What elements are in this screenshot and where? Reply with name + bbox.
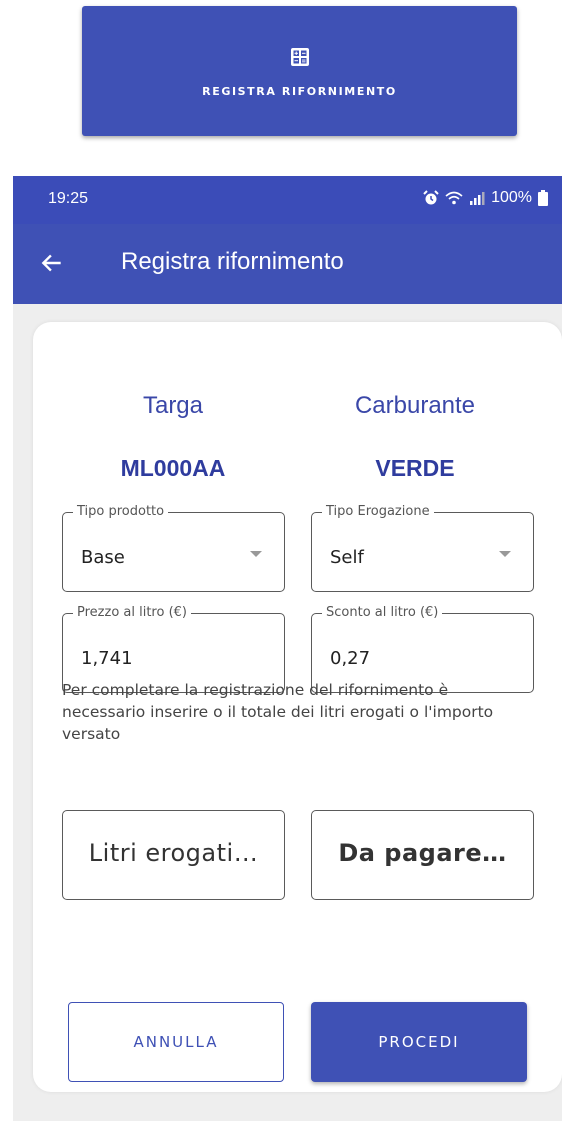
status-icons: 100%	[423, 189, 548, 207]
to-pay-input[interactable]: Da pagare…	[311, 810, 534, 900]
app-bar: Registra rifornimento	[13, 224, 562, 304]
product-type-select[interactable]: Tipo prodotto Base	[62, 504, 285, 592]
fuel-header: Carburante	[354, 392, 476, 419]
proceed-button[interactable]: PROCEDI	[311, 1002, 527, 1082]
liters-placeholder: Litri erogati…	[88, 839, 259, 867]
liters-input[interactable]: Litri erogati…	[62, 810, 285, 900]
signal-icon	[470, 192, 485, 205]
to-pay-placeholder: Da pagare…	[338, 839, 507, 867]
chevron-down-icon	[499, 551, 511, 557]
phone-screen: 19:25 100% Registra rifornimento Targa C…	[13, 176, 562, 1121]
info-text: Per completare la registrazione del rifo…	[62, 681, 494, 743]
discount-per-liter-value: 0,27	[330, 648, 371, 669]
price-per-liter-label: Prezzo al litro (€)	[73, 605, 191, 620]
product-type-value: Base	[81, 547, 125, 568]
status-time: 19:25	[48, 190, 89, 207]
plate-header: Targa	[142, 392, 204, 419]
price-per-liter-value: 1,741	[81, 648, 133, 669]
back-arrow-icon[interactable]	[39, 250, 65, 276]
refuel-form-card: Targa Carburante ML000AA VERDE Tipo prod…	[33, 322, 562, 1092]
wifi-icon	[445, 191, 463, 205]
cancel-button[interactable]: ANNULLA	[68, 1002, 284, 1082]
discount-per-liter-label: Sconto al litro (€)	[322, 605, 443, 620]
alarm-icon	[423, 190, 439, 205]
calculator-icon	[290, 47, 309, 66]
page-title: Registra rifornimento	[121, 248, 344, 275]
product-type-label: Tipo prodotto	[73, 504, 169, 519]
banner-label: REGISTRA RIFORNIMENTO	[202, 84, 397, 98]
plate-value: ML000AA	[120, 455, 226, 481]
battery-icon	[538, 190, 548, 206]
chevron-down-icon	[250, 551, 262, 557]
battery-percentage: 100%	[491, 189, 532, 206]
register-refuel-banner-button[interactable]: REGISTRA RIFORNIMENTO	[82, 6, 517, 136]
delivery-type-label: Tipo Erogazione	[322, 504, 434, 519]
delivery-type-value: Self	[330, 547, 364, 568]
status-bar: 19:25 100%	[13, 176, 562, 224]
delivery-type-select[interactable]: Tipo Erogazione Self	[311, 504, 534, 592]
fuel-value: VERDE	[375, 455, 455, 481]
